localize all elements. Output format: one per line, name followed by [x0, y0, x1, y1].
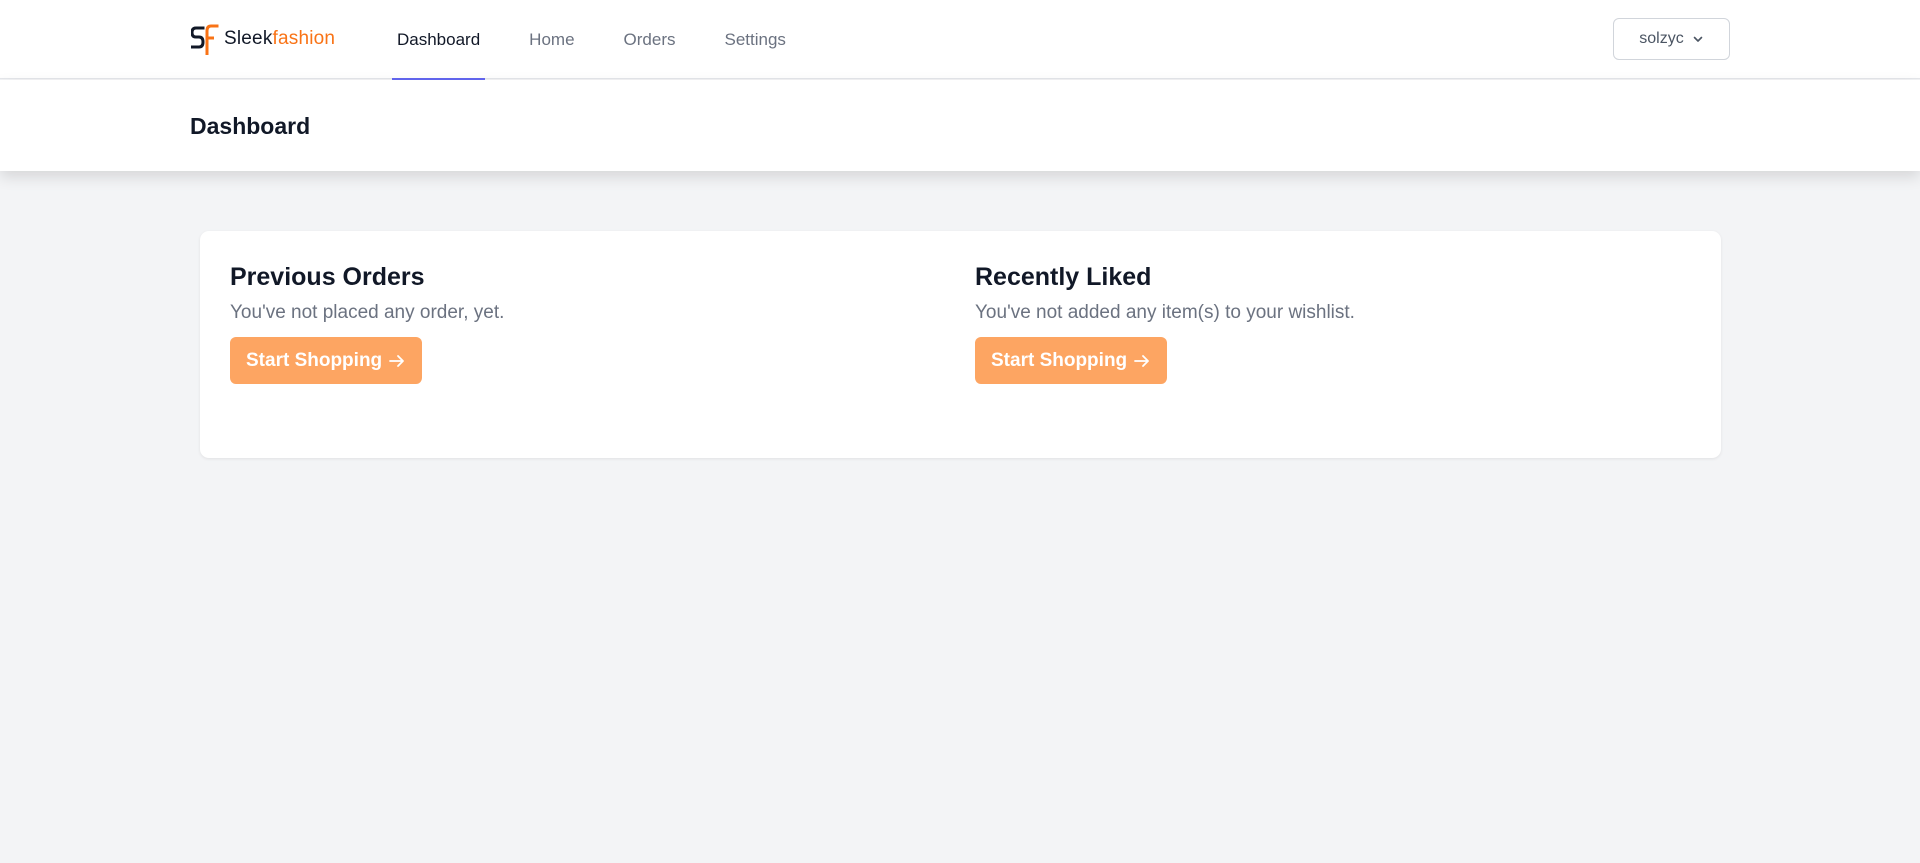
tab-dashboard[interactable]: Dashboard [392, 0, 486, 80]
top-navbar: Sleekfashion Dashboard Home Orders Setti… [0, 0, 1920, 80]
start-shopping-label: Start Shopping [246, 349, 383, 371]
tab-orders[interactable]: Orders [619, 0, 681, 79]
sf-monogram-logo-icon [191, 24, 219, 55]
start-shopping-button-orders[interactable]: Start Shopping [230, 337, 423, 384]
previous-orders-section: Previous Orders You've not placed any or… [230, 262, 504, 384]
brand-name-part2: fashion [272, 28, 336, 49]
page-header: Dashboard [0, 80, 1920, 171]
brand-name: Sleekfashion [224, 23, 335, 55]
user-menu-username: solzyc [1639, 30, 1684, 47]
recently-liked-empty-message: You've not added any item(s) to your wis… [975, 302, 1355, 323]
dashboard-card: Previous Orders You've not placed any or… [200, 231, 1721, 458]
tab-home[interactable]: Home [524, 0, 579, 79]
recently-liked-section: Recently Liked You've not added any item… [975, 262, 1355, 384]
arrow-right-icon [389, 354, 405, 367]
start-shopping-label: Start Shopping [991, 349, 1128, 371]
chevron-down-icon [1693, 36, 1703, 42]
main-nav-tabs: Dashboard Home Orders Settings [392, 0, 830, 80]
recently-liked-title: Recently Liked [975, 263, 1152, 291]
previous-orders-title: Previous Orders [230, 263, 425, 291]
brand-name-part1: Sleek [224, 28, 273, 49]
start-shopping-button-wishlist[interactable]: Start Shopping [975, 337, 1168, 384]
brand-logo-link[interactable]: Sleekfashion [191, 23, 335, 55]
user-menu-button[interactable]: solzyc [1613, 18, 1730, 60]
previous-orders-empty-message: You've not placed any order, yet. [230, 302, 505, 323]
page-title: Dashboard [190, 113, 311, 139]
arrow-right-icon [1134, 354, 1150, 367]
tab-settings[interactable]: Settings [720, 0, 791, 79]
